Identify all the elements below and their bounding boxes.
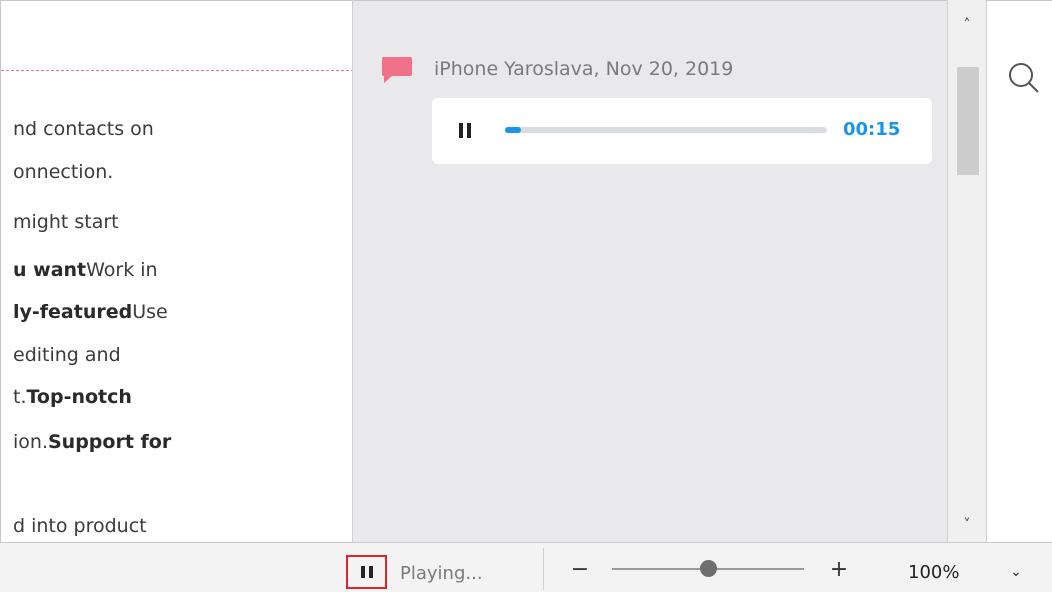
playback-pause-button[interactable]	[346, 555, 387, 589]
audio-pause-button[interactable]	[459, 123, 471, 138]
vertical-scrollbar[interactable]: ˄ ˅	[947, 0, 987, 542]
audio-progress-fill	[505, 127, 521, 133]
doc-line: editing and	[13, 344, 121, 366]
scroll-up-icon[interactable]: ˄	[948, 12, 986, 38]
scroll-down-icon[interactable]: ˅	[948, 512, 986, 538]
doc-bold-text: Top-notch	[26, 386, 132, 408]
doc-line: might start	[13, 211, 119, 233]
doc-line: t.Top-notch	[13, 386, 132, 408]
zoom-level[interactable]: 100%	[908, 562, 959, 583]
doc-line: onnection.	[13, 161, 113, 183]
playback-status: Playing...	[400, 563, 483, 584]
doc-bold-text: ly-featured	[13, 301, 133, 323]
pause-icon	[459, 123, 463, 138]
doc-line: ion.Support for	[13, 431, 171, 453]
comment-anchor-line	[1, 70, 352, 71]
doc-text: onnection.	[13, 161, 114, 183]
doc-bold-text: u want	[13, 259, 87, 281]
zoom-slider-thumb[interactable]	[700, 560, 717, 577]
doc-line: ly-featuredUse	[13, 301, 168, 323]
comment-bubble-icon[interactable]	[380, 55, 414, 85]
doc-text: d into product	[13, 515, 147, 537]
search-handle	[1028, 82, 1039, 93]
doc-bold-text: Support for	[48, 431, 172, 453]
pause-icon	[467, 123, 471, 138]
doc-text: Work in	[86, 259, 158, 281]
doc-text: Use	[132, 301, 168, 323]
comment-author-date: iPhone Yaroslava, Nov 20, 2019	[434, 58, 734, 80]
comments-pane	[353, 0, 947, 542]
doc-text: nd contacts on	[13, 118, 154, 140]
scrollbar-thumb[interactable]	[957, 67, 979, 175]
doc-text: might start	[13, 211, 119, 233]
zoom-out-button[interactable]: −	[570, 558, 590, 582]
pause-icon	[361, 566, 365, 578]
doc-text: ion.	[13, 431, 48, 453]
pause-icon	[369, 566, 373, 578]
audio-time: 00:15	[843, 119, 901, 140]
audio-progress-track[interactable]	[505, 127, 827, 133]
doc-line: u wantWork in	[13, 259, 158, 281]
comment-bubble-shape	[382, 57, 412, 83]
status-bar	[0, 542, 1052, 592]
document-pane[interactable]: nd contacts on onnection. might start u …	[0, 0, 352, 542]
zoom-in-button[interactable]: +	[828, 558, 850, 582]
doc-text: t.	[13, 386, 27, 408]
doc-text: editing and	[13, 344, 121, 366]
search-icon[interactable]	[1006, 60, 1042, 96]
search-lens	[1009, 63, 1033, 87]
doc-line: d into product	[13, 515, 147, 537]
doc-line: nd contacts on	[13, 118, 154, 140]
status-separator	[543, 548, 544, 590]
chevron-down-icon[interactable]: ⌄	[1005, 562, 1027, 582]
